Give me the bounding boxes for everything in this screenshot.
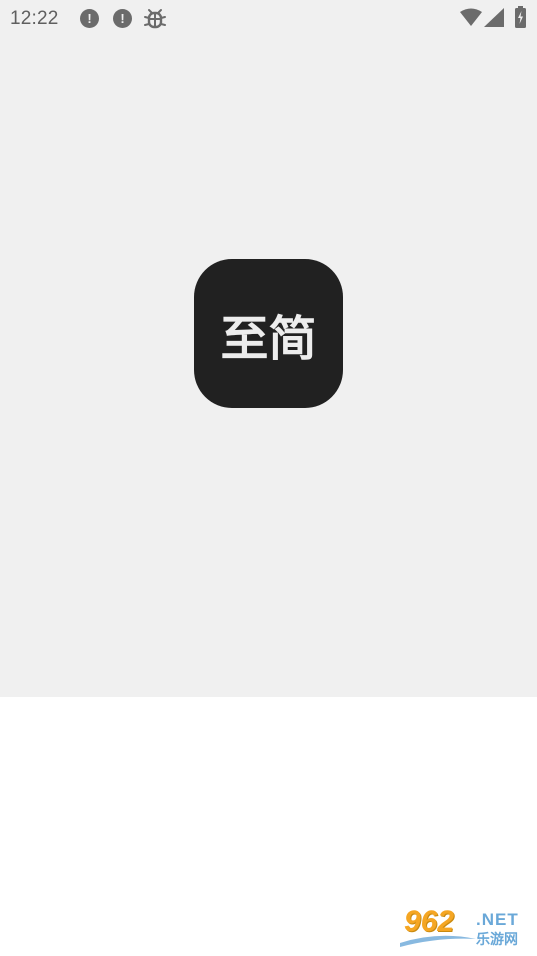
- alert-circle-icon: !: [113, 9, 132, 28]
- watermark-sub-text: 乐游网: [476, 932, 518, 948]
- battery-charging-icon: [515, 6, 526, 28]
- site-watermark: 962 .NET 乐游网: [398, 905, 531, 951]
- app-logo-text: 至简: [220, 310, 317, 367]
- splash-background: 12:22 ! ! 至简: [0, 0, 537, 697]
- status-time: 12:22: [10, 8, 59, 29]
- status-bar: 12:22 ! !: [0, 0, 537, 38]
- wifi-icon: [460, 8, 482, 26]
- app-logo: 至简: [194, 259, 343, 408]
- alert-circle-icon: !: [80, 9, 99, 28]
- splash-screen: 12:22 ! ! 至简 962 .NET 乐游网: [0, 0, 537, 956]
- watermark-main-text: 962: [404, 905, 455, 938]
- watermark-suffix-text: .NET: [476, 910, 519, 929]
- signal-icon: [484, 8, 504, 27]
- bug-icon: [144, 9, 166, 29]
